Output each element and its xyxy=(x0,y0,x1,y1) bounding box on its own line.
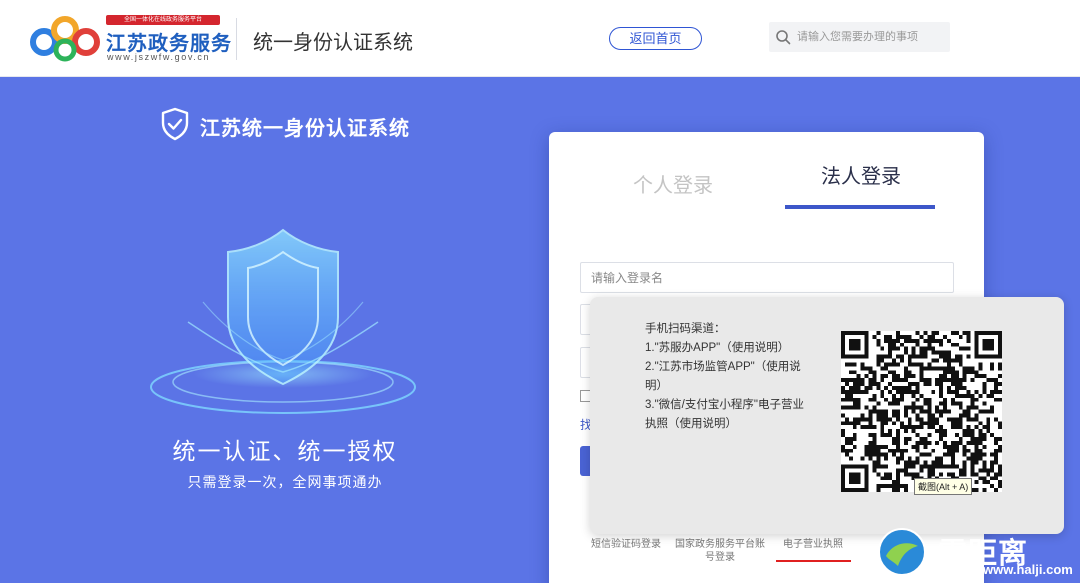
qr-code-icon xyxy=(841,331,1002,492)
screenshot-tooltip: 截图(Alt + A) xyxy=(914,478,973,495)
tab-personal-login[interactable]: 个人登录 xyxy=(633,169,713,198)
hero-subslogan: 只需登录一次，全网事项通办 xyxy=(187,474,383,490)
sms-login-label: 短信验证码登录 xyxy=(591,539,661,550)
national-platform-login-label: 国家政务服务平台账号登录 xyxy=(675,539,765,563)
tab-legal-login[interactable]: 法人登录 xyxy=(821,160,901,189)
qr-heading: 手机扫码渠道： xyxy=(645,323,726,335)
business-license-login-label: 电子营业执照 xyxy=(783,539,843,550)
license-underline-mark xyxy=(776,560,851,562)
hero-slogan: 统一认证、统一授权 xyxy=(172,438,398,464)
watermark-url: www.halji.com xyxy=(983,562,1073,577)
qr-channel-1[interactable]: 1."苏服办APP"（使用说明） xyxy=(645,339,810,358)
active-tab-indicator xyxy=(785,205,935,209)
jiangsu-logo-icon[interactable] xyxy=(30,12,100,62)
qr-scan-popup: 手机扫码渠道： 1."苏服办APP"（使用说明） 2."江苏市场监管APP"（使… xyxy=(590,297,1064,534)
shield-check-icon xyxy=(161,107,189,141)
header: 全国一体化在线政务服务平台 江苏政务服务 www.jszwfw.gov.cn 统… xyxy=(0,0,1080,77)
qr-channel-3[interactable]: 3."微信/支付宝小程序"电子营业执照（使用说明） xyxy=(645,396,810,434)
logo-slogan: 全国一体化在线政务服务平台 xyxy=(106,15,220,25)
hero-title: 江苏统一身份认证系统 xyxy=(200,118,410,140)
watermark-logo-icon xyxy=(878,528,926,576)
search-input[interactable] xyxy=(797,22,947,52)
search-box[interactable] xyxy=(769,22,950,52)
page-title: 统一身份认证系统 xyxy=(253,32,413,54)
header-divider xyxy=(236,18,237,60)
home-button[interactable]: 返回首页 xyxy=(609,27,702,50)
qr-channel-2[interactable]: 2."江苏市场监管APP"（使用说明） xyxy=(645,358,810,396)
search-icon[interactable] xyxy=(775,29,791,45)
logo-domain: www.jszwfw.gov.cn xyxy=(107,52,211,62)
username-input[interactable] xyxy=(580,262,954,293)
security-shield-illustration-icon xyxy=(150,228,416,414)
qr-instructions: 手机扫码渠道： 1."苏服办APP"（使用说明） 2."江苏市场监管APP"（使… xyxy=(645,320,810,434)
